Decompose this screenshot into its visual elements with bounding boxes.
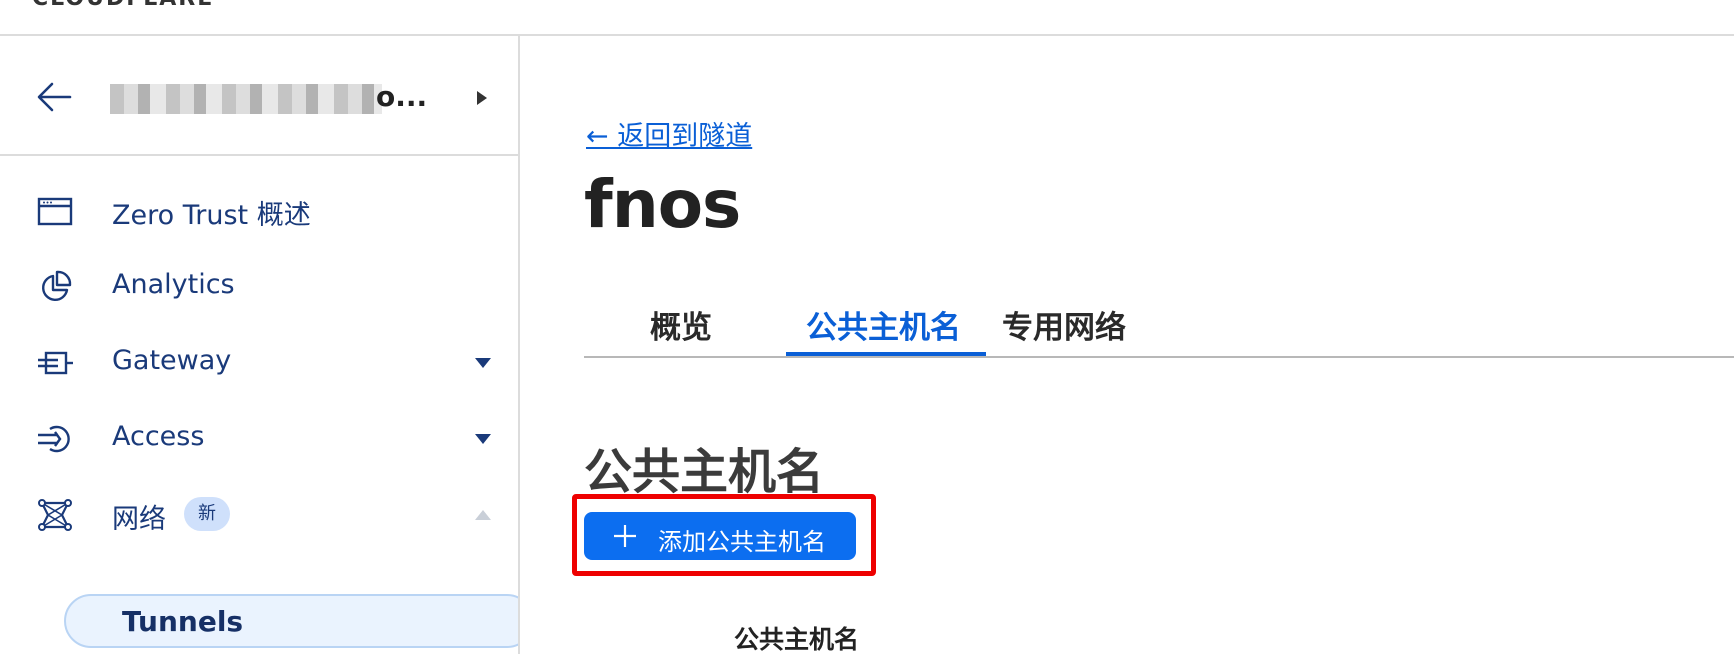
add-public-hostname-button[interactable]: 添加公共主机名 bbox=[584, 512, 856, 560]
gateway-icon bbox=[38, 351, 73, 375]
sidebar-item-label: Gateway bbox=[112, 345, 232, 376]
table-column-header[interactable]: 公共主机名 bbox=[734, 620, 859, 654]
sidebar-item-label: Access bbox=[112, 421, 205, 452]
brand-logo[interactable]: CLOUDFLARE bbox=[32, 0, 214, 11]
main-content: ← 返回到隧道 fnos 概览 公共主机名 专用网络 公共主机名 添加公共主机名… bbox=[522, 36, 1734, 654]
sidebar-subitem-tunnels[interactable]: Tunnels bbox=[64, 594, 518, 648]
caret-down-icon[interactable] bbox=[474, 432, 492, 446]
sidebar-item-gateway[interactable]: Gateway bbox=[0, 328, 518, 398]
sidebar-item-network[interactable]: 网络 新 bbox=[0, 480, 518, 550]
caret-right-icon[interactable] bbox=[474, 88, 490, 108]
redacted-account-name bbox=[110, 84, 382, 114]
tab-overview[interactable]: 概览 bbox=[650, 302, 712, 347]
plus-icon bbox=[614, 525, 636, 547]
back-arrow-icon[interactable] bbox=[34, 77, 74, 117]
account-name[interactable]: o... bbox=[110, 80, 430, 116]
network-icon bbox=[38, 499, 72, 531]
tab-private-network[interactable]: 专用网络 bbox=[1002, 302, 1126, 347]
account-switcher[interactable]: o... bbox=[0, 36, 518, 156]
sidebar-item-access[interactable]: Access bbox=[0, 404, 518, 474]
caret-up-icon[interactable] bbox=[474, 508, 492, 522]
sidebar-item-analytics[interactable]: Analytics bbox=[0, 252, 518, 322]
sidebar: o... Zero Trust 概述 Analytics Gateway Acc… bbox=[0, 36, 520, 654]
browser-window-icon bbox=[37, 197, 73, 226]
sidebar-item-label: Zero Trust 概述 bbox=[112, 200, 311, 231]
back-to-tunnels-link[interactable]: ← 返回到隧道 bbox=[586, 114, 752, 153]
pie-chart-icon bbox=[42, 270, 72, 301]
caret-down-icon[interactable] bbox=[474, 356, 492, 370]
tab-bar: 概览 公共主机名 专用网络 bbox=[584, 288, 1734, 358]
sidebar-item-label: 网络 bbox=[112, 504, 166, 535]
page-title: fnos bbox=[584, 166, 741, 243]
section-title: 公共主机名 bbox=[584, 444, 825, 500]
sidebar-item-label: Analytics bbox=[112, 269, 235, 300]
sidebar-subitem-label: Tunnels bbox=[122, 605, 244, 638]
top-bar: CLOUDFLARE bbox=[0, 0, 1734, 36]
add-button-label: 添加公共主机名 bbox=[658, 528, 826, 556]
access-icon bbox=[38, 425, 70, 453]
new-badge: 新 bbox=[184, 497, 230, 531]
tab-public-hostnames[interactable]: 公共主机名 bbox=[806, 302, 961, 347]
sidebar-item-zero-trust-overview[interactable]: Zero Trust 概述 bbox=[0, 176, 518, 246]
active-tab-indicator bbox=[786, 352, 986, 356]
